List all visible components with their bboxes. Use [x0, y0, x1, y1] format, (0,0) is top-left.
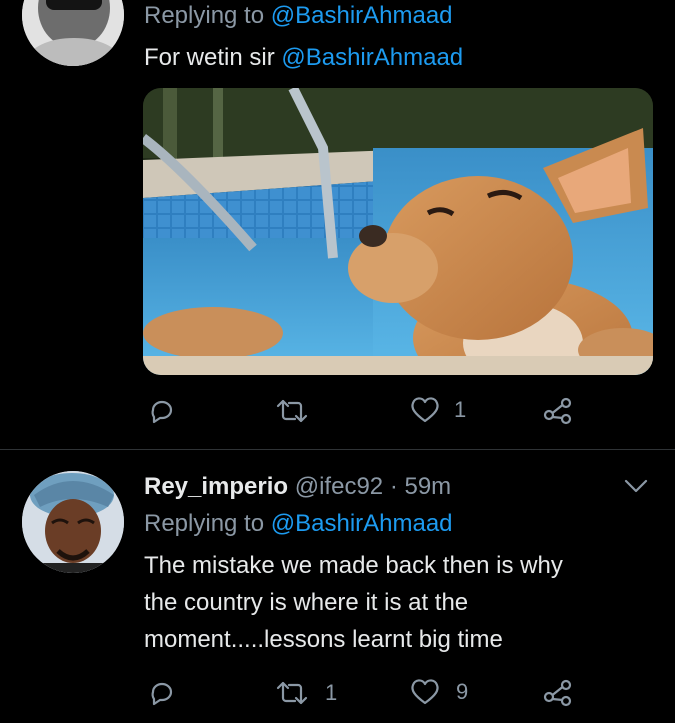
avatar-image [22, 471, 124, 573]
replying-to-label: Replying to [144, 2, 265, 29]
tweet-text: For wetin sir @BashirAhmaad [144, 40, 463, 76]
header-separator: · [389, 473, 398, 500]
tweet-text: The mistake we made back then is why the… [144, 547, 563, 658]
reply-button[interactable] [148, 680, 176, 706]
tweet-text-mention[interactable]: @BashirAhmaad [281, 44, 463, 71]
user-handle[interactable]: @ifec92 [295, 473, 383, 500]
retweet-count: 1 [325, 680, 338, 705]
tweet-divider [0, 449, 675, 450]
replying-to-line: Replying to @BashirAhmaad [144, 506, 453, 542]
like-icon [411, 397, 439, 423]
like-icon [411, 679, 439, 705]
share-button[interactable] [543, 679, 573, 707]
display-name[interactable]: Rey_imperio [144, 473, 288, 500]
like-button[interactable]: 9 [410, 679, 468, 705]
tweet-text-body: For wetin sir [144, 44, 275, 71]
share-icon [543, 679, 572, 707]
retweet-button[interactable] [275, 398, 315, 424]
avatar-tweet2[interactable] [22, 471, 124, 573]
reply-icon [151, 682, 173, 706]
replying-to-handle[interactable]: @BashirAhmaad [271, 2, 453, 29]
reply-button[interactable] [148, 398, 176, 424]
replying-to-handle[interactable]: @BashirAhmaad [271, 510, 453, 537]
retweet-button[interactable]: 1 [275, 680, 337, 706]
tweet-menu-button[interactable] [622, 476, 650, 501]
dog-in-pool-picture [143, 88, 653, 375]
tweet-time[interactable]: 59m [404, 473, 451, 500]
share-button[interactable] [543, 397, 573, 425]
tweet-text-line: The mistake we made back then is why [144, 552, 563, 579]
tweet-text-line: moment.....lessons learnt big time [144, 626, 503, 653]
retweet-icon [276, 681, 308, 705]
like-button[interactable]: 1 [410, 397, 466, 423]
replying-to-line: Replying to @BashirAhmaad [144, 0, 453, 34]
chevron-down-icon [624, 479, 648, 493]
share-icon [543, 397, 572, 425]
retweet-icon [276, 399, 308, 423]
tweet-header: Rey_imperio @ifec92 · 59m [144, 470, 451, 504]
tweet-media-image[interactable] [143, 88, 653, 375]
tweet-text-line: the country is where it is at the [144, 589, 469, 616]
avatar-image [22, 0, 124, 66]
reply-icon [151, 400, 173, 424]
replying-to-label: Replying to [144, 510, 265, 537]
avatar-tweet1[interactable] [22, 0, 124, 66]
like-count: 9 [456, 679, 469, 704]
like-count: 1 [454, 397, 467, 422]
